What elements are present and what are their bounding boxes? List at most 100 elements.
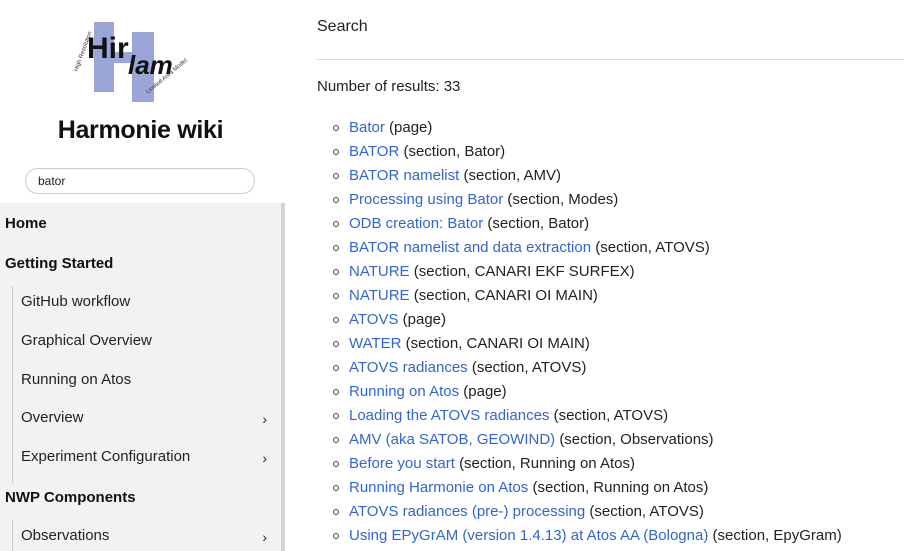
nav-item-observations[interactable]: Observations › xyxy=(21,527,275,545)
result-item: Loading the ATOVS radiances (section, AT… xyxy=(317,406,842,430)
result-link[interactable]: NATURE xyxy=(349,263,410,280)
result-meta: (page) xyxy=(402,311,446,328)
nav-item-label: Running on Atos xyxy=(21,371,132,388)
result-link[interactable]: Using EPyGrAM (version 1.4.13) at Atos A… xyxy=(349,527,708,544)
result-link[interactable]: BATOR xyxy=(349,143,399,160)
result-meta: (section, ATOVS) xyxy=(553,407,669,424)
nav-group-line xyxy=(12,286,13,483)
bullet-icon xyxy=(333,365,339,371)
bullet-icon xyxy=(333,293,339,299)
nav-item-experiment-configuration[interactable]: Experiment Configuration › xyxy=(21,448,275,466)
result-meta: (section, Running on Atos) xyxy=(532,479,709,496)
chevron-right-icon[interactable]: › xyxy=(262,450,267,466)
divider xyxy=(317,59,904,60)
result-link[interactable]: AMV (aka SATOB, GEOWIND) xyxy=(349,431,555,448)
chevron-right-icon[interactable]: › xyxy=(262,411,267,427)
hirlam-logo[interactable]: Hir lam High Resolution Limited Area Mod… xyxy=(72,12,209,108)
result-meta: (section, AMV) xyxy=(463,167,562,184)
nav-item-label: GitHub workflow xyxy=(21,293,131,310)
nav-nwp-components[interactable]: NWP Components xyxy=(5,489,136,506)
sidebar: Hir lam High Resolution Limited Area Mod… xyxy=(0,0,285,551)
bullet-icon xyxy=(333,197,339,203)
result-link[interactable]: BATOR namelist xyxy=(349,167,459,184)
result-item: BATOR namelist (section, AMV) xyxy=(317,166,842,190)
nav-group-line xyxy=(12,520,13,551)
result-link[interactable]: Processing using Bator xyxy=(349,191,503,208)
bullet-icon xyxy=(333,413,339,419)
sidebar-nav: Home Getting Started GitHub workflow Gra… xyxy=(0,203,281,551)
result-meta: (section, CANARI OI MAIN) xyxy=(413,287,598,304)
result-item: Running Harmonie on Atos (section, Runni… xyxy=(317,478,842,502)
result-meta: (section, Bator) xyxy=(487,215,590,232)
bullet-icon xyxy=(333,341,339,347)
main-content: Search Number of results: 33 Bator (page… xyxy=(285,0,904,551)
bullet-icon xyxy=(333,317,339,323)
result-meta: (section, Modes) xyxy=(507,191,619,208)
nav-getting-started[interactable]: Getting Started xyxy=(5,255,113,272)
nav-item-label: Experiment Configuration xyxy=(21,448,191,465)
result-item: ATOVS radiances (pre-) processing (secti… xyxy=(317,502,842,526)
result-link[interactable]: ATOVS radiances xyxy=(349,359,468,376)
nav-item-label: Graphical Overview xyxy=(21,332,152,349)
result-item: ATOVS (page) xyxy=(317,310,842,334)
result-item: Processing using Bator (section, Modes) xyxy=(317,190,842,214)
bullet-icon xyxy=(333,125,339,131)
result-meta: (page) xyxy=(463,383,507,400)
nav-item-label: Observations xyxy=(21,527,110,544)
result-item: Running on Atos (page) xyxy=(317,382,842,406)
result-meta: (section, ATOVS) xyxy=(595,239,710,256)
result-meta: (section, Observations) xyxy=(559,431,714,448)
result-link[interactable]: Running on Atos xyxy=(349,383,459,400)
result-item: Bator (page) xyxy=(317,118,842,142)
result-item: AMV (aka SATOB, GEOWIND) (section, Obser… xyxy=(317,430,842,454)
result-meta: (section, Bator) xyxy=(403,143,506,160)
bullet-icon xyxy=(333,533,339,539)
results-count: Number of results: 33 xyxy=(317,78,461,95)
result-link[interactable]: Running Harmonie on Atos xyxy=(349,479,528,496)
result-item: ODB creation: Bator (section, Bator) xyxy=(317,214,842,238)
nav-item-overview[interactable]: Overview › xyxy=(21,409,275,427)
result-item: NATURE (section, CANARI EKF SURFEX) xyxy=(317,262,842,286)
nav-item-github-workflow[interactable]: GitHub workflow xyxy=(21,293,275,310)
result-link[interactable]: ODB creation: Bator xyxy=(349,215,483,232)
bullet-icon xyxy=(333,509,339,515)
result-meta: (section, CANARI EKF SURFEX) xyxy=(413,263,635,280)
result-item: Using EPyGrAM (version 1.4.13) at Atos A… xyxy=(317,526,842,550)
result-link[interactable]: BATOR namelist and data extraction xyxy=(349,239,591,256)
bullet-icon xyxy=(333,221,339,227)
result-item: WATER (section, CANARI OI MAIN) xyxy=(317,334,842,358)
hirlam-logo-graphic: Hir lam High Resolution Limited Area Mod… xyxy=(72,12,209,108)
result-link[interactable]: WATER xyxy=(349,335,402,352)
result-meta: (section, ATOVS) xyxy=(589,503,704,520)
nav-item-graphical-overview[interactable]: Graphical Overview xyxy=(21,332,275,349)
bullet-icon xyxy=(333,485,339,491)
bullet-icon xyxy=(333,149,339,155)
result-item: BATOR namelist and data extraction (sect… xyxy=(317,238,842,262)
search-input[interactable] xyxy=(25,168,255,194)
result-meta: (section, EpyGram) xyxy=(712,527,842,544)
logo-top-text: Hir xyxy=(87,32,129,65)
nav-home[interactable]: Home xyxy=(5,215,47,232)
nav-item-label: Overview xyxy=(21,409,84,426)
bullet-icon xyxy=(333,389,339,395)
chevron-right-icon[interactable]: › xyxy=(262,529,267,545)
bullet-icon xyxy=(333,245,339,251)
result-meta: (page) xyxy=(389,119,433,136)
result-meta: (section, Running on Atos) xyxy=(459,455,635,472)
site-title[interactable]: Harmonie wiki xyxy=(0,116,281,145)
page-title: Search xyxy=(317,18,368,35)
result-link[interactable]: Before you start xyxy=(349,455,455,472)
bullet-icon xyxy=(333,437,339,443)
result-item: NATURE (section, CANARI OI MAIN) xyxy=(317,286,842,310)
result-link[interactable]: ATOVS xyxy=(349,311,398,328)
result-link[interactable]: Loading the ATOVS radiances xyxy=(349,407,549,424)
result-item: Before you start (section, Running on At… xyxy=(317,454,842,478)
bullet-icon xyxy=(333,173,339,179)
result-item: BATOR (section, Bator) xyxy=(317,142,842,166)
result-link[interactable]: ATOVS radiances (pre-) processing xyxy=(349,503,585,520)
result-link[interactable]: NATURE xyxy=(349,287,410,304)
result-link[interactable]: Bator xyxy=(349,119,385,136)
result-meta: (section, CANARI OI MAIN) xyxy=(405,335,590,352)
nav-item-running-on-atos[interactable]: Running on Atos xyxy=(21,371,275,388)
bullet-icon xyxy=(333,269,339,275)
